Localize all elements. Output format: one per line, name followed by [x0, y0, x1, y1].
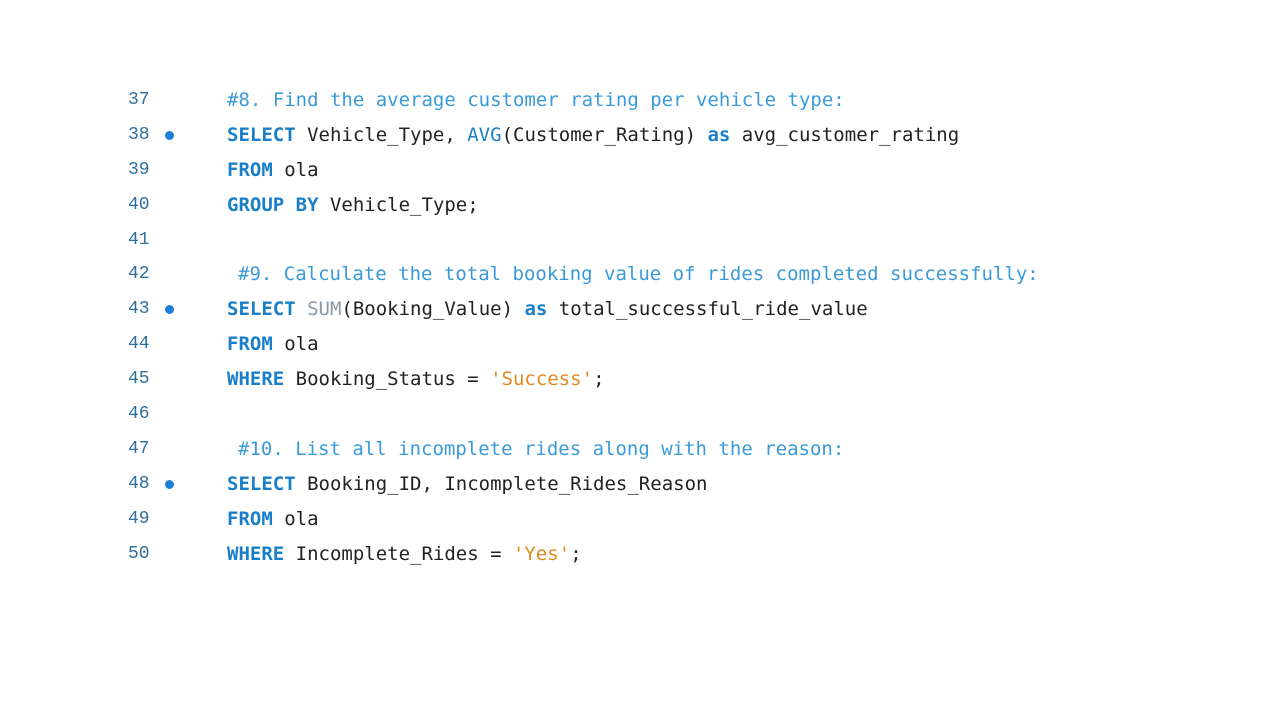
breakpoint-dot-icon[interactable] — [165, 130, 174, 140]
code-token-kw: SELECT — [227, 123, 296, 146]
line-number: 41 — [128, 229, 150, 250]
code-token-id: (Customer_Rating) — [501, 123, 708, 146]
code-line[interactable]: 39 FROM ola — [0, 153, 1280, 188]
code-token-id: Vehicle_Type; — [318, 193, 479, 216]
breakpoint-dot-icon[interactable] — [165, 479, 174, 489]
code-line[interactable]: 44 FROM ola — [0, 327, 1280, 362]
code-text: #8. Find the average customer rating per… — [227, 83, 845, 118]
line-number: 37 — [128, 90, 150, 110]
line-number: 44 — [128, 334, 150, 355]
code-token-cmt: #10. List all incomplete rides along wit… — [238, 437, 845, 460]
code-line[interactable]: 48 SELECT Booking_ID, Incomplete_Rides_Re… — [0, 467, 1280, 502]
code-token-id: ola — [272, 507, 319, 530]
code-line[interactable]: 43 SELECT SUM(Booking_Value) as total_suc… — [0, 292, 1280, 327]
code-token-kw: FROM — [227, 333, 273, 356]
code-token-str: 'Success' — [490, 368, 594, 391]
code-token-id: Booking_Status = — [284, 368, 491, 391]
code-text: GROUP BY Vehicle_Type; — [227, 188, 479, 223]
code-line[interactable]: 46 — [0, 397, 1280, 432]
code-line[interactable]: 47 #10. List all incomplete rides along w… — [0, 432, 1280, 467]
code-editor[interactable]: 37 #8. Find the average customer rating p… — [0, 83, 1280, 571]
code-token-kw: GROUP BY — [227, 193, 319, 216]
code-token-id: Incomplete_Rides = — [284, 542, 513, 565]
code-text: WHERE Incomplete_Rides = 'Yes'; — [227, 537, 582, 572]
code-text: SELECT Vehicle_Type, AVG(Customer_Rating… — [227, 118, 959, 153]
code-text: FROM ola — [227, 153, 319, 188]
code-token-id: ; — [570, 542, 582, 565]
code-text: #10. List all incomplete rides along wit… — [238, 432, 844, 467]
code-token-kw: as — [524, 298, 548, 321]
code-line[interactable]: 42 #9. Calculate the total booking value … — [0, 257, 1280, 292]
breakpoint-dot-icon[interactable] — [165, 305, 174, 315]
line-number: 40 — [128, 194, 150, 215]
line-number: 43 — [128, 299, 150, 320]
line-number: 47 — [128, 438, 150, 459]
line-number: 38 — [128, 124, 150, 145]
code-token-cmt: #9. Calculate the total booking value of… — [238, 263, 1039, 286]
code-token-id: avg_customer_rating — [730, 123, 960, 146]
code-token-fn: AVG — [467, 123, 502, 146]
code-text: WHERE Booking_Status = 'Success'; — [227, 362, 605, 397]
code-token-kw: FROM — [227, 158, 273, 181]
code-token-id: ; — [593, 368, 605, 391]
line-number: 50 — [128, 543, 150, 564]
code-token-str: 'Yes' — [512, 542, 571, 565]
code-token-kw: WHERE — [227, 368, 285, 391]
code-token-kw: FROM — [227, 507, 273, 530]
code-token-kw: as — [707, 123, 731, 146]
code-token-id: (Booking_Value) — [341, 298, 525, 321]
code-token-id — [296, 298, 307, 320]
line-number: 48 — [128, 473, 150, 494]
code-token-id: total_successful_ride_value — [547, 298, 868, 321]
line-number: 42 — [128, 264, 150, 285]
code-line[interactable]: 50 WHERE Incomplete_Rides = 'Yes'; — [0, 537, 1280, 572]
code-line[interactable]: 38 SELECT Vehicle_Type, AVG(Customer_Rati… — [0, 118, 1280, 153]
code-text: SELECT Booking_ID, Incomplete_Rides_Reas… — [227, 467, 707, 502]
code-text: SELECT SUM(Booking_Value) as total_succe… — [227, 292, 868, 327]
code-token-kw: SELECT — [227, 472, 296, 495]
code-text: #9. Calculate the total booking value of… — [238, 257, 1039, 292]
code-line[interactable]: 40 GROUP BY Vehicle_Type; — [0, 188, 1280, 223]
code-token-fn-sum: SUM — [307, 298, 342, 321]
code-line[interactable]: 49 FROM ola — [0, 502, 1280, 537]
code-token-cmt: #8. Find the average customer rating per… — [227, 89, 845, 111]
code-line[interactable]: 37 #8. Find the average customer rating p… — [0, 83, 1280, 118]
code-text: FROM ola — [227, 327, 319, 362]
code-text: FROM ola — [227, 502, 319, 537]
line-number: 45 — [128, 369, 150, 390]
code-line[interactable]: 41 — [0, 223, 1280, 258]
code-token-id: ola — [272, 158, 319, 181]
code-token-kw: WHERE — [227, 542, 285, 565]
code-token-id: Vehicle_Type, — [295, 123, 468, 146]
line-number: 39 — [128, 159, 150, 180]
code-token-id: ola — [272, 333, 319, 356]
code-line[interactable]: 45 WHERE Booking_Status = 'Success'; — [0, 362, 1280, 397]
code-token-kw: SELECT — [227, 298, 296, 321]
line-number: 46 — [128, 404, 150, 425]
code-token-id: Booking_ID, Incomplete_Rides_Reason — [295, 472, 708, 495]
line-number: 49 — [128, 508, 150, 529]
